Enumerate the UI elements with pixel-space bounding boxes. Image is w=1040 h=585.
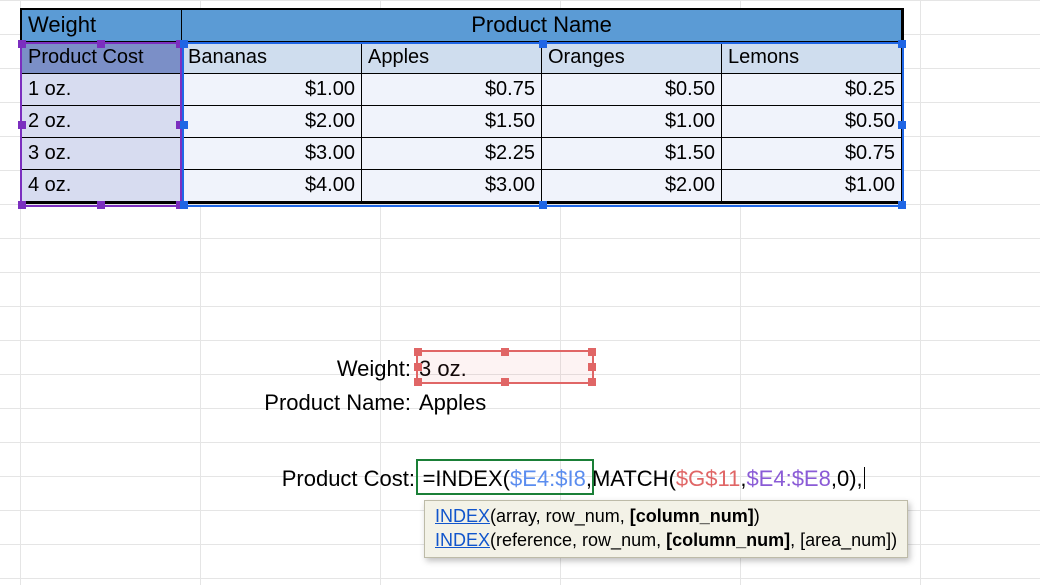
tok-rparen: ) xyxy=(849,466,856,491)
tok-lparen: ( xyxy=(503,466,510,491)
tok-range-red: $G$11 xyxy=(676,466,740,491)
cell[interactable]: $3.00 xyxy=(362,170,542,202)
tooltip-text: ) xyxy=(754,506,760,526)
tok-eq: = xyxy=(423,466,436,491)
cell[interactable]: $0.25 xyxy=(722,74,902,106)
product-cost-label: Product Cost: xyxy=(260,466,415,492)
text-caret xyxy=(864,467,865,489)
tok-comma4: , xyxy=(857,466,863,491)
tok-match: MATCH xyxy=(592,466,669,491)
cell[interactable]: $2.00 xyxy=(182,106,362,138)
tooltip-current-arg: [column_num] xyxy=(630,506,754,526)
tok-range-purple: $E4:$E8 xyxy=(746,466,830,491)
cell[interactable]: $2.00 xyxy=(542,170,722,202)
cell[interactable]: $1.50 xyxy=(542,138,722,170)
tooltip-fn-link[interactable]: INDEX xyxy=(435,506,490,526)
tok-lparen2: ( xyxy=(669,466,676,491)
header-product-name[interactable]: Product Name xyxy=(182,10,902,42)
cell[interactable]: $0.50 xyxy=(722,106,902,138)
cell[interactable]: $3.00 xyxy=(182,138,362,170)
cell[interactable]: $1.00 xyxy=(722,170,902,202)
product-cost-row: Product Cost: =INDEX($E4:$I8,MATCH($G$11… xyxy=(260,463,871,495)
cell[interactable]: $0.50 xyxy=(542,74,722,106)
tooltip-text: (array, row_num, xyxy=(490,506,630,526)
cell[interactable]: $2.25 xyxy=(362,138,542,170)
col-bananas[interactable]: Bananas xyxy=(182,42,362,74)
cell[interactable]: $4.00 xyxy=(182,170,362,202)
cell[interactable]: $0.75 xyxy=(362,74,542,106)
tooltip-sig-1[interactable]: INDEX(array, row_num, [column_num]) xyxy=(435,504,897,528)
cell[interactable]: $1.00 xyxy=(542,106,722,138)
cell[interactable]: $1.00 xyxy=(182,74,362,106)
row-4oz[interactable]: 4 oz. xyxy=(22,170,182,202)
tooltip-current-arg: [column_num] xyxy=(666,530,790,550)
formula-editor[interactable]: =INDEX($E4:$I8,MATCH($G$11,$E4:$E8,0), xyxy=(421,463,871,495)
row-1oz[interactable]: 1 oz. xyxy=(22,74,182,106)
header-weight[interactable]: Weight xyxy=(22,10,182,42)
price-table: Weight Product Name Product Cost Bananas… xyxy=(20,8,904,204)
function-tooltip: INDEX(array, row_num, [column_num]) INDE… xyxy=(424,500,908,558)
tooltip-text: (reference, row_num, xyxy=(490,530,666,550)
tok-index: INDEX xyxy=(435,466,502,491)
tok-range-blue: $E4:$I8 xyxy=(510,466,586,491)
spreadsheet-canvas[interactable]: Weight Product Name Product Cost Bananas… xyxy=(0,0,1040,585)
col-lemons[interactable]: Lemons xyxy=(722,42,902,74)
cell[interactable]: $0.75 xyxy=(722,138,902,170)
tooltip-fn-link[interactable]: INDEX xyxy=(435,530,490,550)
weight-value[interactable]: 3 oz. xyxy=(415,356,595,382)
cell[interactable]: $1.50 xyxy=(362,106,542,138)
tok-zero: 0 xyxy=(837,466,849,491)
tooltip-sig-2[interactable]: INDEX(reference, row_num, [column_num], … xyxy=(435,528,897,552)
header-product-cost[interactable]: Product Cost xyxy=(22,42,182,74)
row-2oz[interactable]: 2 oz. xyxy=(22,106,182,138)
col-oranges[interactable]: Oranges xyxy=(542,42,722,74)
col-apples[interactable]: Apples xyxy=(362,42,542,74)
lookup-area: Weight: 3 oz. Product Name: Apples xyxy=(240,352,595,420)
row-3oz[interactable]: 3 oz. xyxy=(22,138,182,170)
weight-label: Weight: xyxy=(240,356,415,382)
tooltip-text: , [area_num]) xyxy=(790,530,897,550)
product-name-value[interactable]: Apples xyxy=(415,390,595,416)
product-name-label: Product Name: xyxy=(240,390,415,416)
